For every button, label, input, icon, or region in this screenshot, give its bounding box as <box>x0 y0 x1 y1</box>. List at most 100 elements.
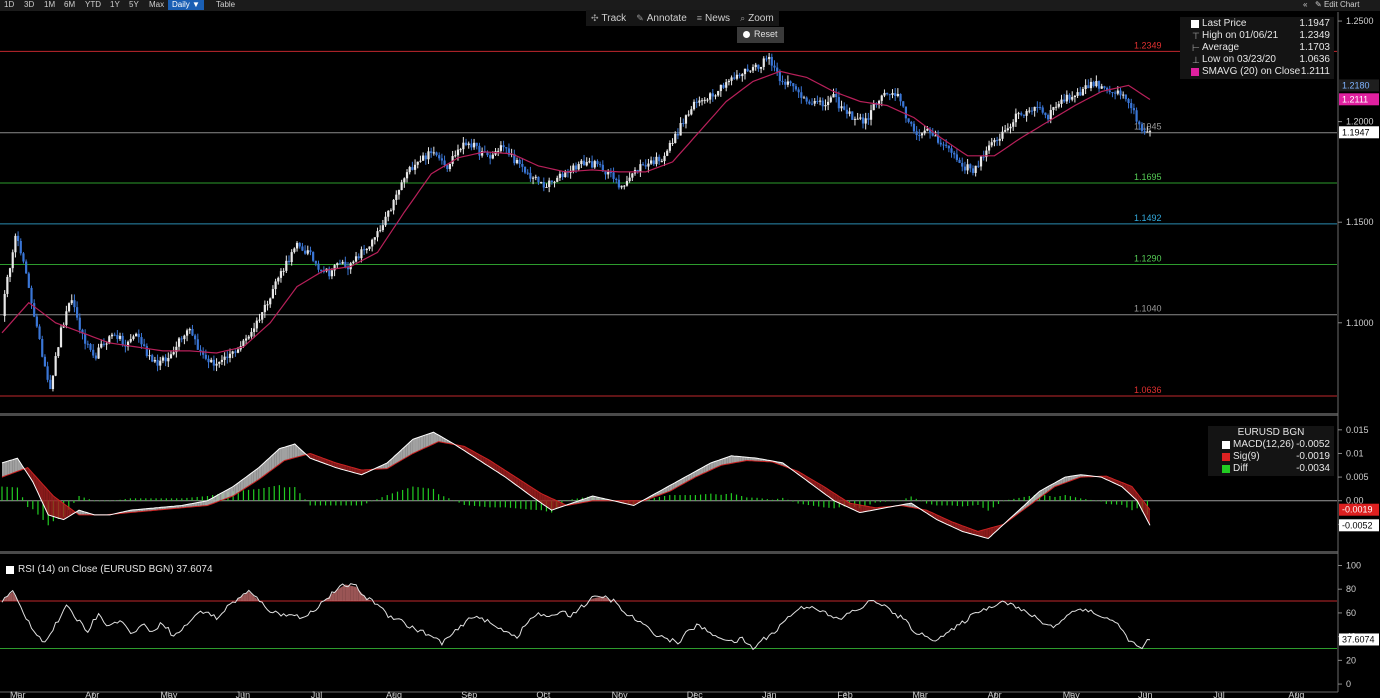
candle-body <box>711 93 714 97</box>
candle-body <box>996 139 999 141</box>
candle-body <box>317 263 320 270</box>
diff-bar <box>345 500 347 506</box>
candle-body <box>491 154 494 159</box>
candle-body <box>30 287 33 304</box>
candle-body <box>269 298 272 305</box>
diff-bar <box>422 487 424 501</box>
x-tick-label: Jul <box>311 690 323 698</box>
candle-body <box>210 359 213 363</box>
candle-body <box>244 338 248 341</box>
candle-body <box>279 271 283 278</box>
candle-body <box>778 71 781 82</box>
candle-body <box>993 139 996 143</box>
candle-body <box>344 261 347 268</box>
diff-bar <box>402 489 404 501</box>
candle-body <box>666 150 669 156</box>
diff-bar <box>705 494 707 501</box>
y-tick-label: 0 <box>1346 679 1351 689</box>
candle-body <box>1127 99 1130 104</box>
rsi-overbought-fill <box>361 592 365 602</box>
diff-bar <box>360 500 363 506</box>
candle-body <box>845 109 849 114</box>
candle-body <box>1140 124 1144 131</box>
candle-body <box>931 133 934 136</box>
diff-bar <box>73 500 75 503</box>
diff-bar <box>289 487 291 501</box>
candle-body <box>161 357 165 361</box>
diff-bar <box>900 500 902 501</box>
x-tick-label: Apr <box>988 690 1002 698</box>
candle-body <box>784 81 787 85</box>
candle-body <box>67 303 71 312</box>
candle-body <box>19 240 22 254</box>
candle-body <box>427 151 430 160</box>
macd-fill <box>55 497 59 519</box>
diff-bar <box>21 497 24 501</box>
candle-body <box>816 100 819 102</box>
macd-fill <box>9 459 13 475</box>
diff-bar <box>273 486 275 501</box>
y-tick-label: 0.015 <box>1346 425 1369 435</box>
diff-bar <box>905 498 907 501</box>
diff-bar <box>782 497 784 501</box>
legend-row-rsi: RSI (14) on Close (EURUSD BGN) 37.6074 <box>4 564 216 576</box>
diff-bar <box>263 487 265 501</box>
candle-body <box>223 356 226 360</box>
y-tick-label: 0.01 <box>1346 448 1364 458</box>
candle-body <box>942 144 945 146</box>
candle-body <box>859 117 862 119</box>
legend-label: Sig(9) <box>1233 451 1260 462</box>
diff-bar <box>879 500 881 503</box>
candle-body <box>92 349 95 356</box>
candle-body <box>781 81 784 83</box>
diff-bar <box>956 500 958 506</box>
candle-body <box>599 164 602 166</box>
candle-body <box>1017 113 1020 115</box>
candle-body <box>140 337 143 345</box>
candle-body <box>1020 113 1023 115</box>
level-label: 1.1492 <box>1134 213 1162 223</box>
candle-body <box>684 115 688 124</box>
macd-fill <box>58 499 62 519</box>
chart-canvas[interactable]: 1.23491.19451.16951.14921.12901.10401.06… <box>0 0 1380 698</box>
diff-bar <box>915 498 917 501</box>
candle-body <box>698 100 701 103</box>
candle-body <box>137 333 140 338</box>
candle-body <box>692 101 696 110</box>
candle-body <box>920 133 924 136</box>
rsi-overbought-fill <box>337 588 340 602</box>
diff-bar <box>268 487 270 501</box>
candle-body <box>690 109 693 115</box>
x-tick-label: Aug <box>386 690 402 698</box>
diff-bar <box>895 500 897 502</box>
diff-bar <box>381 497 383 501</box>
candle-body <box>105 343 108 345</box>
candle-body <box>185 330 189 336</box>
macd-fill <box>859 504 863 513</box>
candle-body <box>341 261 344 264</box>
candle-body <box>851 111 854 120</box>
candle-body <box>590 161 594 168</box>
candle-body <box>971 168 975 173</box>
macd-fill <box>14 458 18 473</box>
candle-body <box>226 356 229 358</box>
candle-body <box>35 316 38 327</box>
diff-bar <box>165 498 167 501</box>
diff-bar <box>1074 497 1077 501</box>
candle-body <box>647 163 650 167</box>
candle-body <box>759 66 763 69</box>
diff-bar <box>566 500 568 501</box>
rsi-overbought-fill <box>592 598 595 602</box>
candle-body <box>585 161 588 166</box>
candle-body <box>446 165 449 170</box>
candle-body <box>1073 95 1076 98</box>
candle-body <box>848 111 851 114</box>
candle-body <box>303 250 307 254</box>
candle-body <box>54 356 57 376</box>
candle-body <box>1089 81 1093 89</box>
square-icon <box>1222 465 1230 473</box>
candle-body <box>132 336 135 340</box>
diff-bar <box>371 500 373 502</box>
x-tick-label: Jun <box>236 690 251 698</box>
candle-body <box>422 155 425 161</box>
